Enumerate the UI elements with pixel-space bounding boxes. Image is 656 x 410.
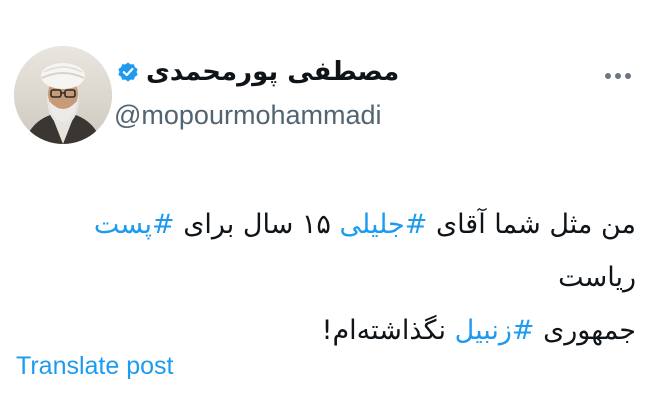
avatar[interactable]	[14, 46, 112, 144]
tweet-card: مصطفی پورمحمدی @mopourmohammadi من مثل ش…	[0, 0, 656, 410]
author-handle[interactable]: @mopourmohammadi	[114, 100, 382, 131]
tweet-text-segment: ریاست	[558, 262, 636, 293]
translate-post-link[interactable]: Translate post	[16, 352, 173, 381]
tweet-text-segment: من مثل شما آقای	[427, 209, 636, 240]
tweet-text-segment: جمهوری	[534, 315, 636, 346]
tweet-text-line-1: من مثل شما آقای #جلیلی ۱۵ سال برای #پست …	[36, 198, 636, 304]
hashtag-jalili[interactable]: #جلیلی	[340, 209, 428, 240]
tweet-text: من مثل شما آقای #جلیلی ۱۵ سال برای #پست …	[36, 198, 636, 357]
avatar-image	[14, 46, 112, 144]
author-name-row[interactable]: مصطفی پورمحمدی	[116, 50, 399, 94]
more-options-icon	[605, 73, 631, 79]
display-name[interactable]: مصطفی پورمحمدی	[146, 57, 399, 87]
tweet-text-segment: ۱۵ سال برای	[174, 209, 340, 240]
tweet-text-segment: نگذاشته‌ام!	[321, 315, 455, 346]
hashtag-zanbil[interactable]: #زنبیل	[455, 315, 535, 346]
tweet-text-line-2: جمهوری #زنبیل نگذاشته‌ام!	[36, 304, 636, 357]
hashtag-post[interactable]: #پست	[94, 209, 175, 240]
more-options-button[interactable]	[596, 62, 640, 90]
verified-badge-icon	[116, 60, 140, 84]
